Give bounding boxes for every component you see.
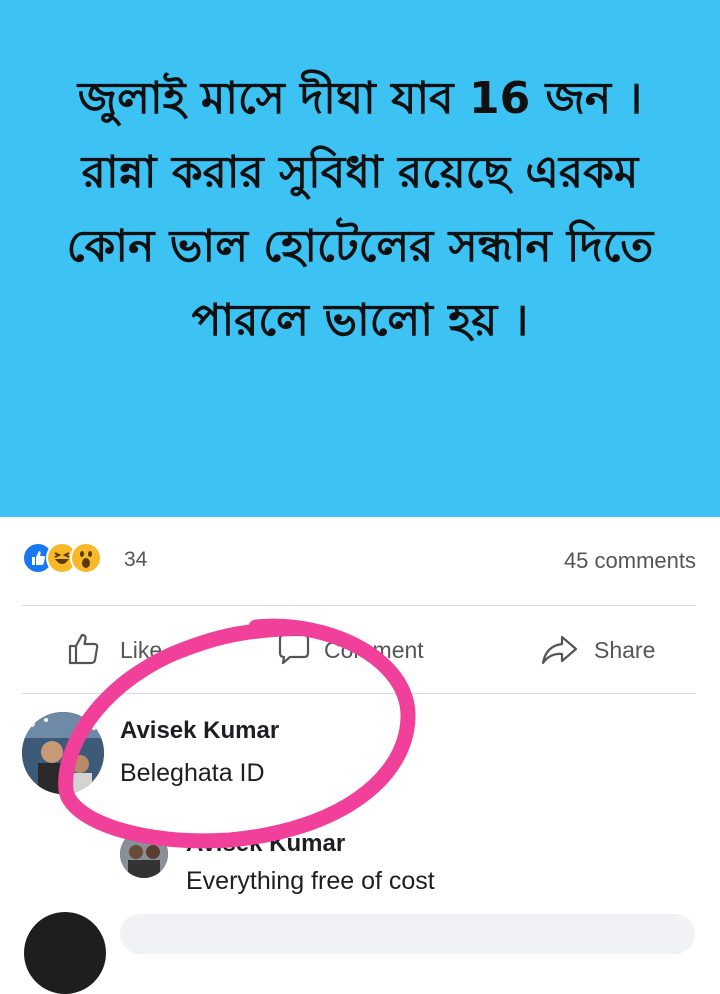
divider [22, 693, 696, 694]
wow-icon [70, 542, 102, 574]
comment-text: Everything free of cost [186, 867, 435, 895]
divider [22, 605, 696, 606]
avatar[interactable] [120, 830, 168, 878]
reaction-icons[interactable] [22, 542, 132, 578]
comment-label: Comment [324, 637, 424, 663]
share-button[interactable]: Share [540, 623, 670, 679]
comment-icon [278, 633, 310, 665]
like-button[interactable]: Like [66, 623, 206, 679]
avatar[interactable] [22, 712, 104, 794]
reaction-count[interactable]: 34 [124, 548, 147, 572]
post-text: জুলাই মাসে দীঘা যাব 16 জন । রান্না করার … [66, 73, 654, 346]
like-label: Like [120, 637, 163, 663]
comment-text: Beleghata ID [120, 759, 265, 787]
avatar[interactable] [24, 912, 106, 994]
post-text-background: জুলাই মাসে দীঘা যাব 16 জন । রান্না করার … [0, 0, 720, 517]
commenter-name[interactable]: Avisek Kumar [186, 830, 345, 858]
write-comment-input[interactable] [120, 914, 695, 954]
share-label: Share [594, 637, 656, 663]
reactions-summary[interactable]: 34 45 comments [0, 530, 720, 590]
commenter-name[interactable]: Avisek Kumar [120, 717, 279, 745]
share-icon [541, 635, 578, 665]
comment-button[interactable]: Comment [276, 623, 456, 679]
thumbs-up-icon [68, 633, 99, 665]
comments-count[interactable]: 45 comments [564, 548, 696, 574]
